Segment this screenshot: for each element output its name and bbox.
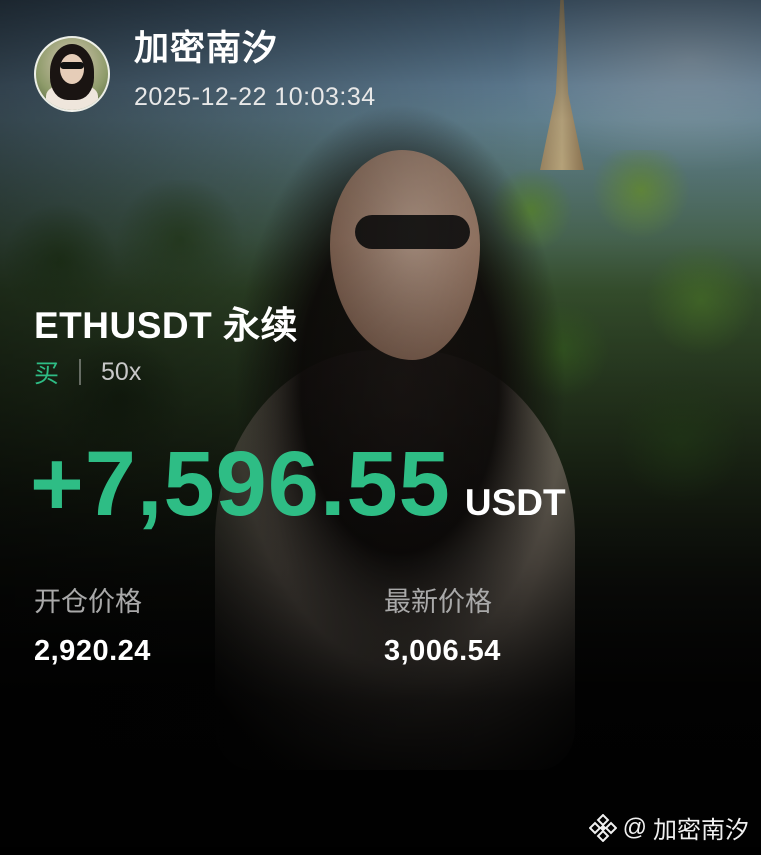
pnl-amount: +7,596.55 xyxy=(30,433,451,535)
watermark: @ 加密南汐 xyxy=(588,810,749,845)
leverage: 50x xyxy=(101,357,142,386)
profile-text: 加密南汐 2025-12-22 10:03:34 xyxy=(134,30,376,112)
background-shade-left xyxy=(0,0,761,855)
last-price-label: 最新价格 xyxy=(384,587,492,617)
pnl-unit: USDT xyxy=(464,482,566,523)
timestamp: 2025-12-22 10:03:34 xyxy=(134,83,376,111)
position-side: 买 xyxy=(34,360,60,388)
entry-price: 开仓价格 2,920.24 xyxy=(34,585,384,668)
username[interactable]: 加密南汐 xyxy=(134,30,376,68)
trading-pair: ETHUSDT 永续 xyxy=(34,305,298,346)
binance-diamond-icon xyxy=(588,813,617,842)
position-side-row: 买 50x xyxy=(34,354,141,390)
divider xyxy=(79,359,82,385)
avatar-face xyxy=(60,54,84,84)
pnl-share-card: 加密南汐 2025-12-22 10:03:34 ETHUSDT 永续 买 50… xyxy=(0,0,761,855)
watermark-name: 加密南汐 xyxy=(653,817,749,844)
avatar-sunglasses xyxy=(60,62,84,69)
last-price-value: 3,006.54 xyxy=(384,635,501,667)
last-price: 最新价格 3,006.54 xyxy=(384,585,734,668)
profile-header: 加密南汐 2025-12-22 10:03:34 xyxy=(34,30,376,112)
price-stats: 开仓价格 2,920.24 最新价格 3,006.54 xyxy=(34,585,734,668)
pnl-row: +7,596.55 USDT xyxy=(30,438,566,530)
entry-price-label: 开仓价格 xyxy=(34,587,142,617)
watermark-at: @ xyxy=(622,813,647,841)
entry-price-value: 2,920.24 xyxy=(34,635,151,667)
avatar[interactable] xyxy=(34,36,110,112)
